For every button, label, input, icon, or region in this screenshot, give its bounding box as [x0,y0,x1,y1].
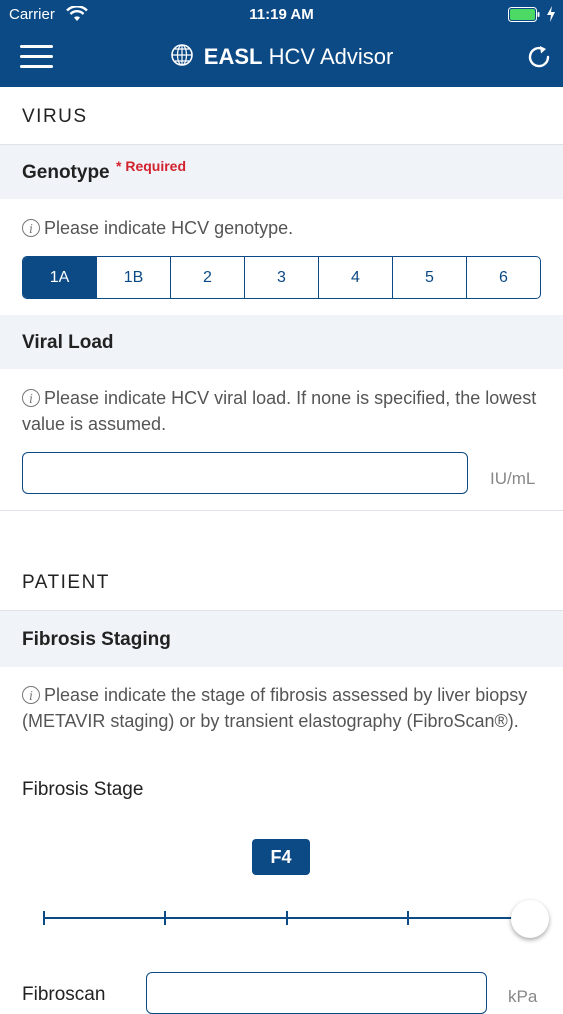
fibrosis-slider-track[interactable] [44,917,532,919]
slider-tick [43,911,45,925]
charging-icon [547,6,555,22]
info-icon: i [22,389,40,407]
fibrosis-title: Fibrosis Staging [22,629,171,650]
viral-load-header: Viral Load [0,315,563,369]
fibrosis-stage-label: Fibrosis Stage [22,779,144,800]
fibroscan-input[interactable] [146,972,487,1014]
section-divider [0,510,563,511]
viral-load-hint: i Please indicate HCV viral load. If none… [22,385,542,437]
fibroscan-label: Fibroscan [22,984,106,1005]
status-bar: Carrier 11:19 AM [0,0,563,30]
fibroscan-unit: kPa [508,987,538,1006]
genotype-hint-text: Please indicate HCV genotype. [44,218,294,238]
fibrosis-hint: i Please indicate the stage of fibrosis a… [22,682,542,734]
required-label: * Required [116,158,187,174]
info-icon: i [22,219,40,237]
brand-rest: HCV Advisor [268,44,394,69]
section-title-virus: VIRUS [22,106,88,127]
info-icon: i [22,686,40,704]
slider-tick [286,911,288,925]
app-title: EASL HCV Advisor [0,43,563,70]
genotype-option-1a[interactable]: 1A [23,257,97,298]
brand-strong: EASL [203,44,263,69]
logo-icon [170,44,193,66]
slider-tick [164,911,166,925]
slider-tick [407,911,409,925]
genotype-option-3[interactable]: 3 [245,257,319,298]
genotype-option-6[interactable]: 6 [467,257,540,298]
genotype-title: Genotype [22,162,110,183]
app-header: Carrier 11:19 AM EASL HCV Advisor [0,0,563,87]
viral-load-unit: IU/mL [490,469,536,488]
genotype-option-2[interactable]: 2 [171,257,245,298]
clock: 11:19 AM [249,6,314,23]
viral-load-title: Viral Load [22,332,114,353]
genotype-selector: 1A 1B 2 3 4 5 6 [22,256,541,299]
section-title-patient: PATIENT [22,572,110,593]
genotype-hint: i Please indicate HCV genotype. [22,215,542,241]
genotype-option-5[interactable]: 5 [393,257,467,298]
battery-icon [508,7,540,22]
viral-load-input[interactable] [22,452,468,494]
genotype-header: Genotype * Required [0,145,563,199]
genotype-option-1b[interactable]: 1B [97,257,171,298]
genotype-option-4[interactable]: 4 [319,257,393,298]
fibrosis-hint-text: Please indicate the stage of fibrosis as… [22,685,528,731]
fibrosis-header: Fibrosis Staging [0,611,563,667]
viral-load-hint-text: Please indicate HCV viral load. If none … [22,388,537,434]
patient-section-header: PATIENT [0,553,563,611]
refresh-icon[interactable] [526,44,552,70]
virus-section-header: VIRUS [0,87,563,145]
fibrosis-slider-thumb[interactable] [511,900,549,938]
fibrosis-stage-value: F4 [252,839,310,875]
